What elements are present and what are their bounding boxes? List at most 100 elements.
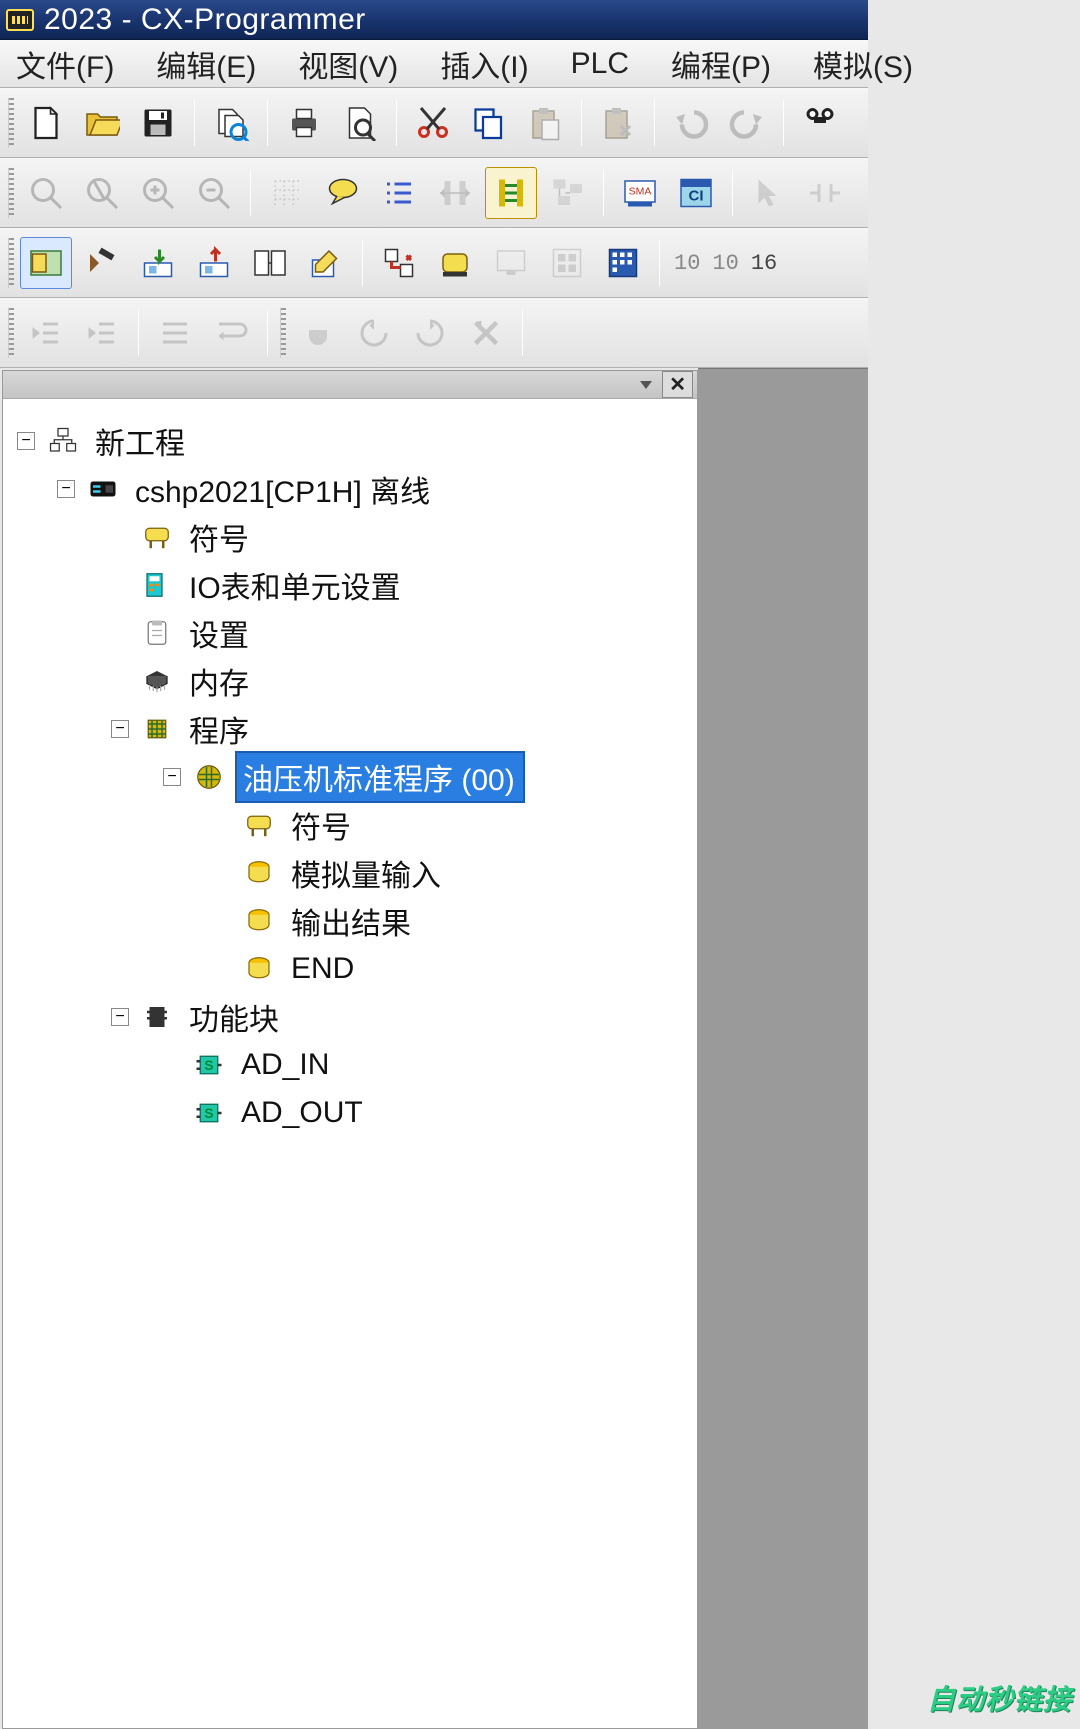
tree-root-label: 新工程 bbox=[89, 417, 193, 465]
tree-section-end[interactable]: END bbox=[17, 945, 691, 993]
open-button[interactable] bbox=[76, 97, 128, 149]
io-comment-button bbox=[541, 237, 593, 289]
menu-program[interactable]: 编程(P) bbox=[665, 38, 777, 90]
tree-fb1[interactable]: S AD_IN bbox=[17, 1041, 691, 1089]
radix-10b-label[interactable]: 10 bbox=[706, 251, 744, 276]
zoom-tool-1 bbox=[20, 167, 72, 219]
grid-button bbox=[261, 167, 313, 219]
compare-plc-button[interactable] bbox=[244, 237, 296, 289]
project-tree-titlebar: ✕ bbox=[3, 371, 697, 399]
transfer-from-plc-button[interactable] bbox=[188, 237, 240, 289]
toolbar-plc: 10 10 16 bbox=[0, 228, 868, 298]
tree-settings-label: 设置 bbox=[183, 609, 257, 657]
tree-section-1[interactable]: 模拟量输入 bbox=[17, 849, 691, 897]
tree-plc[interactable]: − cshp2021[CP1H] 离线 bbox=[17, 465, 691, 513]
section-icon bbox=[241, 953, 277, 985]
compare-button[interactable] bbox=[205, 97, 257, 149]
project-tree[interactable]: − 新工程 − cshp2021[CP1H] 离线 符号 bbox=[3, 399, 697, 1143]
radix-10a-label[interactable]: 10 bbox=[668, 251, 706, 276]
online-edit-button[interactable] bbox=[300, 237, 352, 289]
toolbar-edit2 bbox=[0, 298, 868, 368]
menu-edit[interactable]: 编辑(E) bbox=[150, 38, 262, 90]
cancel-edit-button bbox=[460, 307, 512, 359]
tree-fb2[interactable]: S AD_OUT bbox=[17, 1089, 691, 1137]
undo-button bbox=[665, 97, 717, 149]
print-button[interactable] bbox=[278, 97, 330, 149]
project-window-button[interactable] bbox=[20, 237, 72, 289]
tree-prog-symbols[interactable]: 符号 bbox=[17, 801, 691, 849]
tree-symbols-label: 符号 bbox=[183, 513, 257, 561]
menu-file[interactable]: 文件(F) bbox=[10, 38, 120, 90]
menu-simulate[interactable]: 模拟(S) bbox=[807, 38, 919, 90]
structure-button bbox=[541, 167, 593, 219]
find-button[interactable] bbox=[794, 97, 846, 149]
list-toggle-button[interactable] bbox=[373, 167, 425, 219]
menu-view[interactable]: 视图(V) bbox=[292, 38, 404, 90]
work-online-button[interactable] bbox=[373, 237, 425, 289]
tree-fb2-label: AD_OUT bbox=[235, 1094, 371, 1132]
tree-program1-label: 油压机标准程序 (00) bbox=[235, 751, 525, 803]
window-title: 2023 - CX-Programmer bbox=[44, 3, 366, 37]
zoom-tool-2 bbox=[76, 167, 128, 219]
symbols-icon bbox=[139, 521, 175, 553]
toolbar-grip[interactable] bbox=[8, 98, 14, 148]
monitor-button bbox=[485, 237, 537, 289]
tree-memory[interactable]: 内存 bbox=[17, 657, 691, 705]
app-icon bbox=[6, 9, 34, 31]
tree-program1[interactable]: − 油压机标准程序 (00) bbox=[17, 753, 691, 801]
menu-plc[interactable]: PLC bbox=[565, 43, 635, 85]
ci-button[interactable]: CI bbox=[670, 167, 722, 219]
toolbar-grip[interactable] bbox=[280, 308, 286, 358]
tree-iotable[interactable]: IO表和单元设置 bbox=[17, 561, 691, 609]
save-button[interactable] bbox=[132, 97, 184, 149]
new-button[interactable] bbox=[20, 97, 72, 149]
memory-view-button[interactable] bbox=[597, 237, 649, 289]
outdent-button bbox=[20, 307, 72, 359]
print-preview-button[interactable] bbox=[334, 97, 386, 149]
sma-button[interactable]: SMA bbox=[614, 167, 666, 219]
width-toggle-button bbox=[429, 167, 481, 219]
monitor-toggle-button[interactable] bbox=[485, 167, 537, 219]
mode-button[interactable] bbox=[429, 237, 481, 289]
cut-button[interactable] bbox=[407, 97, 459, 149]
toolbar-area: SMA CI 10 10 16 bbox=[0, 88, 868, 368]
zoom-out-button bbox=[188, 167, 240, 219]
tree-settings[interactable]: 设置 bbox=[17, 609, 691, 657]
transfer-to-plc-button[interactable] bbox=[132, 237, 184, 289]
svg-text:S: S bbox=[204, 1058, 213, 1073]
project-icon bbox=[45, 425, 81, 457]
copy-button[interactable] bbox=[463, 97, 515, 149]
expander-icon[interactable]: − bbox=[111, 720, 129, 738]
tree-function-blocks[interactable]: − 功能块 bbox=[17, 993, 691, 1041]
expander-icon[interactable]: − bbox=[163, 768, 181, 786]
expander-icon[interactable]: − bbox=[17, 432, 35, 450]
panel-close-button[interactable]: ✕ bbox=[662, 371, 693, 398]
tree-programs-label: 程序 bbox=[183, 705, 257, 753]
program-icon bbox=[191, 761, 227, 793]
menubar: 文件(F) 编辑(E) 视图(V) 插入(I) PLC 编程(P) 模拟(S) bbox=[0, 40, 868, 88]
tree-root[interactable]: − 新工程 bbox=[17, 417, 691, 465]
toolbar-grip[interactable] bbox=[8, 168, 14, 218]
watermark: 自动秒链接 bbox=[927, 1678, 1072, 1718]
svg-text:SMA: SMA bbox=[629, 186, 652, 198]
tree-section2-label: 输出结果 bbox=[285, 897, 419, 945]
radix-16-label[interactable]: 16 bbox=[745, 251, 783, 276]
plug-button bbox=[292, 307, 344, 359]
tree-symbols[interactable]: 符号 bbox=[17, 513, 691, 561]
menu-insert[interactable]: 插入(I) bbox=[434, 38, 534, 90]
paste-special-button bbox=[592, 97, 644, 149]
tree-prog-symbols-label: 符号 bbox=[285, 801, 359, 849]
expander-icon[interactable]: − bbox=[111, 1008, 129, 1026]
build-button[interactable] bbox=[76, 237, 128, 289]
settings-icon bbox=[139, 617, 175, 649]
toolbar-grip[interactable] bbox=[8, 308, 14, 358]
toolbar-view: SMA CI bbox=[0, 158, 868, 228]
paste-button bbox=[519, 97, 571, 149]
comment-toggle-button[interactable] bbox=[317, 167, 369, 219]
expander-icon[interactable]: − bbox=[57, 480, 75, 498]
panel-dropdown-icon[interactable] bbox=[640, 381, 652, 389]
toolbar-grip[interactable] bbox=[8, 238, 14, 288]
tree-programs[interactable]: − 程序 bbox=[17, 705, 691, 753]
tree-section-2[interactable]: 输出结果 bbox=[17, 897, 691, 945]
cursor-button bbox=[743, 167, 795, 219]
